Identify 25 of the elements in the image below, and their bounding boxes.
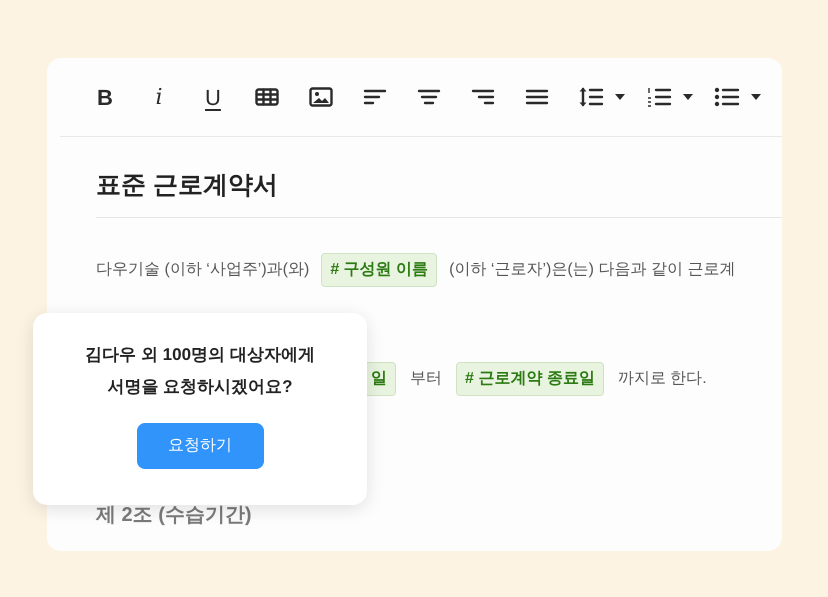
align-center-icon (417, 89, 441, 105)
underline-button[interactable]: U (193, 79, 233, 115)
popup-message: 서명을 요청하시겠어요? (107, 376, 293, 398)
image-icon (309, 87, 333, 107)
caret-icon (751, 94, 761, 100)
body-text: (이하 ‘근로자’)은(는) 다음과 같이 근로계 (449, 260, 736, 280)
popup-message: 김다우 외 100명의 대상자에게 (85, 344, 315, 366)
align-right-icon (471, 89, 495, 105)
line-height-icon (578, 86, 604, 108)
body-text: 까지로 한다. (618, 369, 707, 389)
variable-tag: # 근로계약 종료일 (456, 362, 604, 396)
body-text: 부터 (410, 369, 442, 389)
bold-button[interactable]: B (85, 79, 125, 115)
justify-icon (525, 89, 549, 105)
italic-button[interactable]: i (139, 79, 179, 115)
caret-icon (683, 94, 693, 100)
document-title: 표준 근로계약서 (96, 170, 278, 201)
section-heading: 제 2조 (수습기간) (96, 503, 252, 528)
body-text: 다우기술 (이하 ‘사업주’)과(와) (96, 260, 310, 280)
table-icon (255, 88, 279, 106)
variable-tag: # 구성원 이름 (321, 253, 438, 287)
numbered-list-icon (646, 87, 672, 107)
bullet-list-icon (714, 87, 740, 107)
caret-icon (615, 94, 625, 100)
align-left-icon (363, 89, 387, 105)
